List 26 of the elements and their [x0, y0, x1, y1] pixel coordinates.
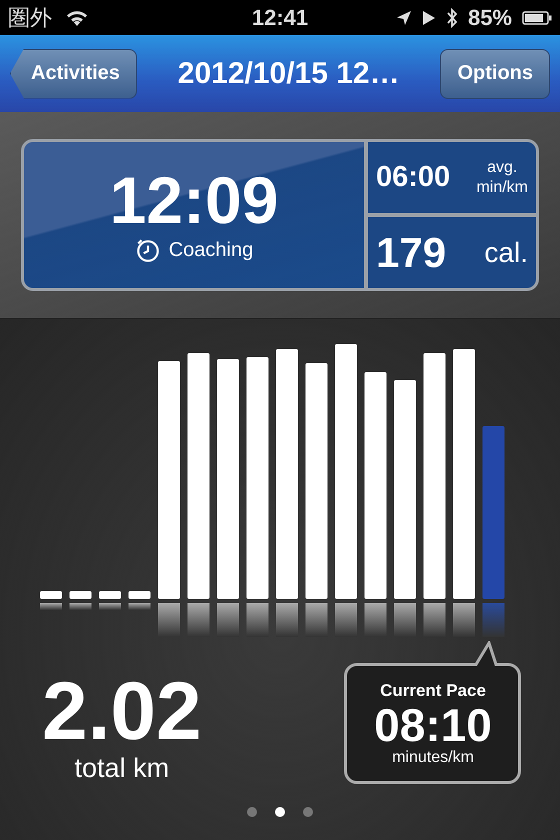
calories-value: 179: [376, 228, 446, 276]
current-pace-value: 08:10: [374, 700, 492, 750]
alarm-clock-icon: [134, 237, 161, 263]
calories-unit: cal.: [484, 236, 528, 268]
avg-pace-value: 06:00: [376, 161, 450, 194]
page-dot[interactable]: [275, 807, 285, 817]
page-dot[interactable]: [303, 807, 313, 817]
duration-value: 12:09: [110, 167, 278, 233]
location-icon: [396, 10, 412, 26]
nav-title: 2012/10/15 12…: [176, 56, 401, 90]
carrier-text: 圏外: [8, 4, 52, 32]
play-icon: [422, 10, 436, 26]
bluetooth-icon: [446, 8, 458, 28]
battery-percent: 85%: [468, 4, 512, 30]
status-time: 12:41: [252, 4, 308, 30]
pace-unit: min/km: [476, 178, 528, 197]
current-pace-title: Current Pace: [380, 680, 486, 701]
battery-icon: [522, 10, 552, 24]
distance-value: 2.02: [42, 671, 202, 753]
page-dot[interactable]: [247, 807, 257, 817]
coaching-label: Coaching: [168, 238, 254, 262]
current-pace-unit: minutes/km: [392, 749, 474, 768]
back-button[interactable]: Activities: [10, 48, 137, 98]
options-button[interactable]: Options: [440, 48, 550, 98]
distance-unit: total km: [74, 753, 170, 784]
avg-label: avg.: [487, 158, 518, 178]
